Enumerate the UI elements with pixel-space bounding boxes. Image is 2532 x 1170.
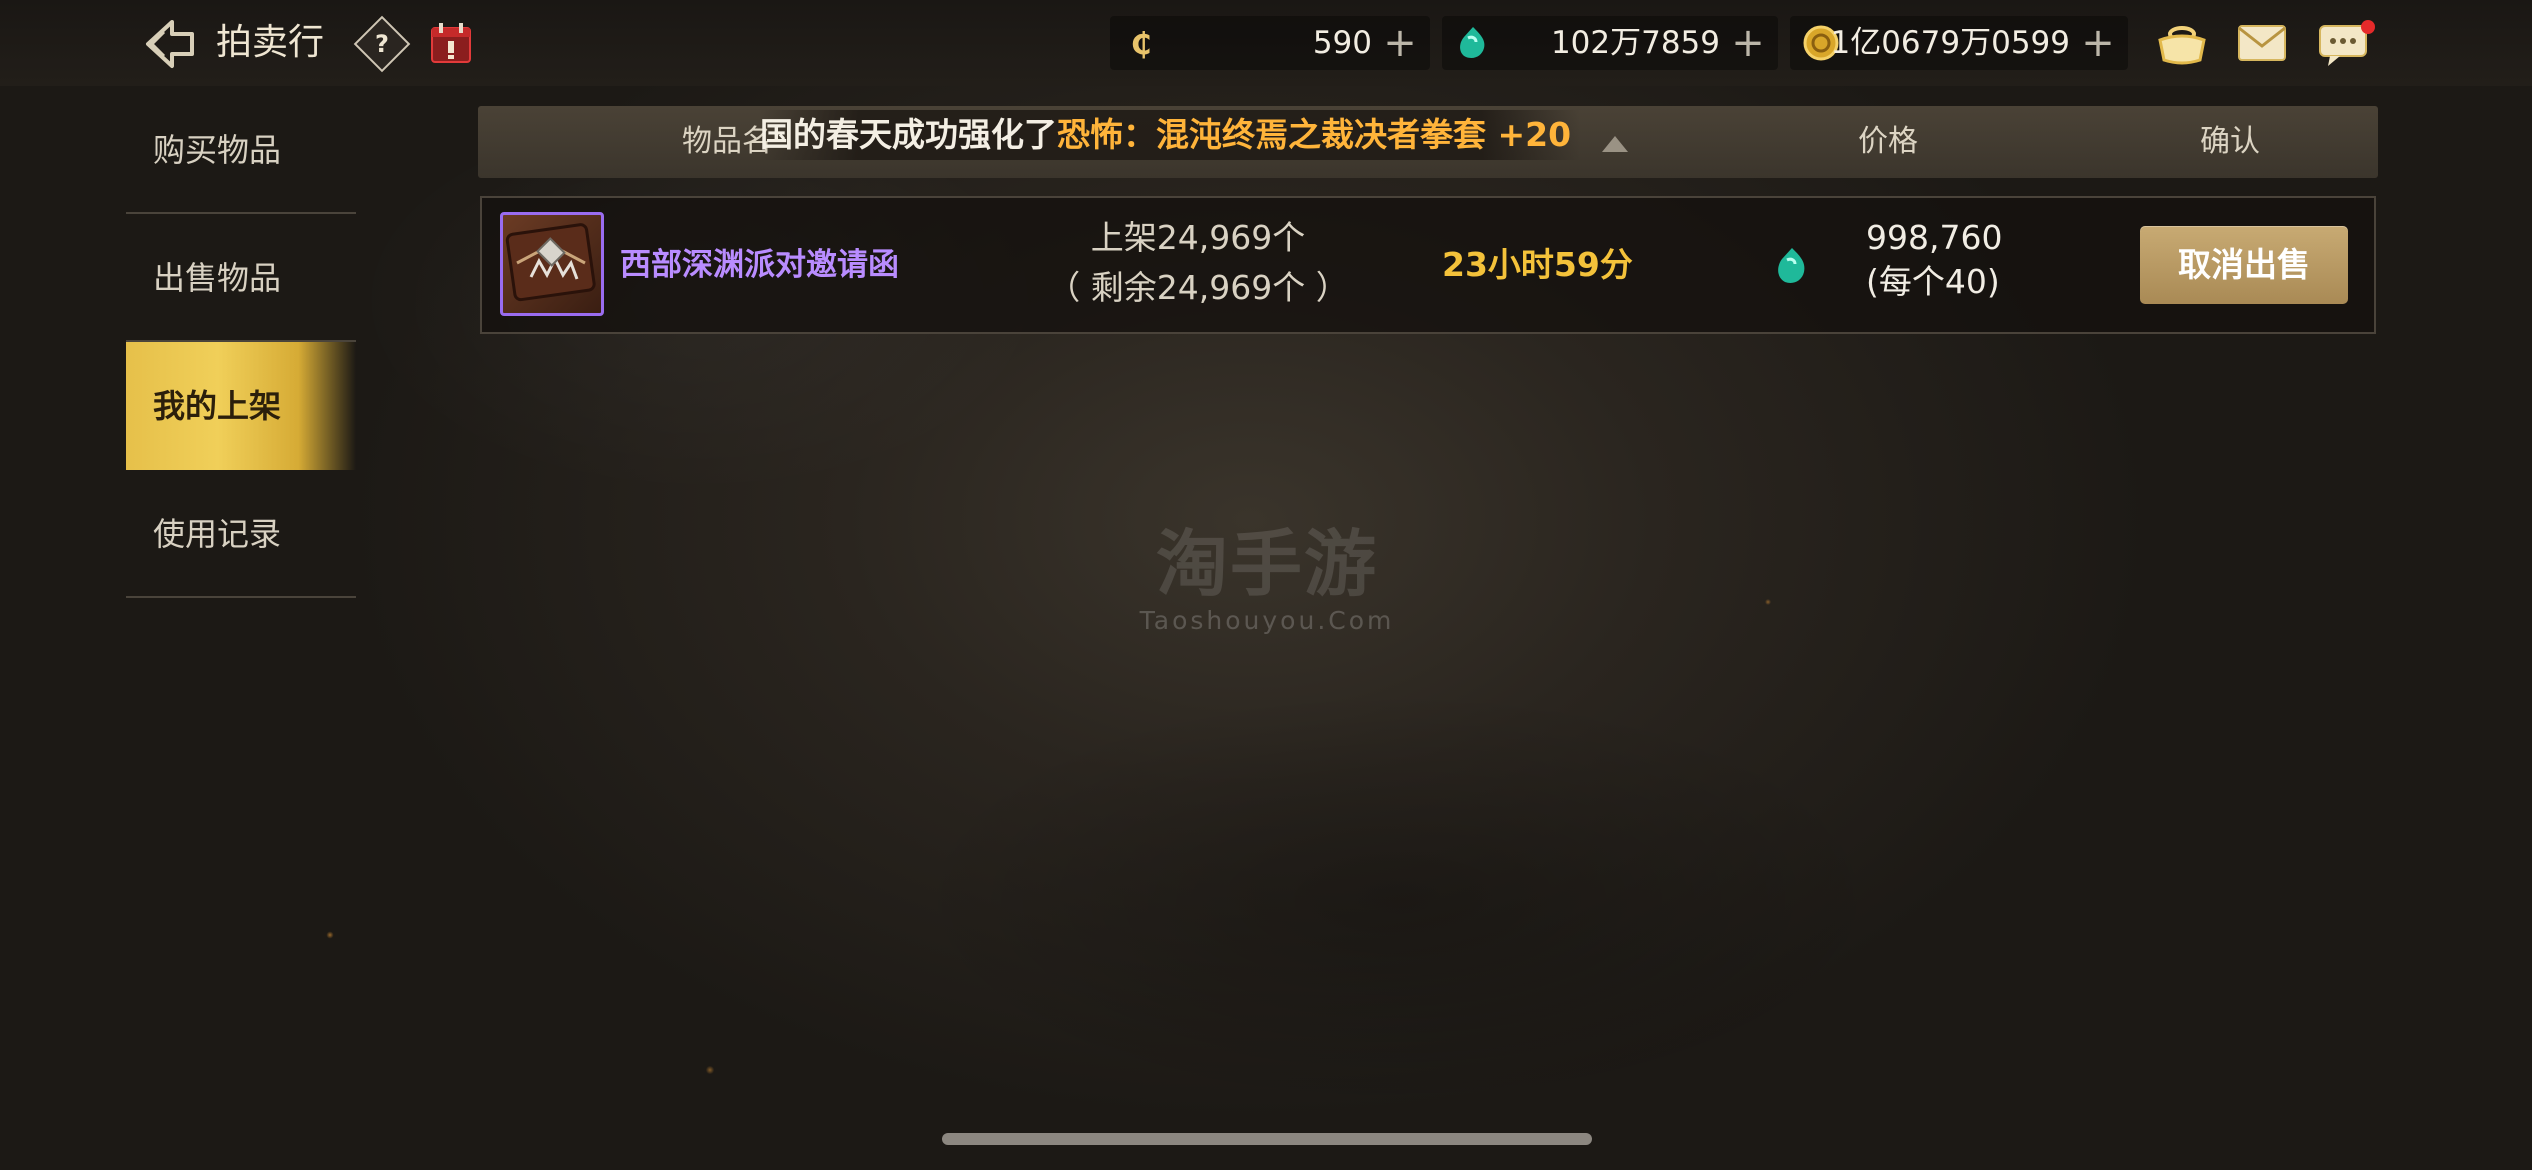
gem-icon	[1454, 24, 1492, 62]
mail-icon[interactable]	[2234, 18, 2290, 68]
add-credit-button[interactable]: +	[1382, 23, 1418, 63]
sort-arrow-icon[interactable]	[1602, 136, 1628, 152]
gem-icon	[1772, 244, 1812, 288]
sidebar-item-label: 购买物品	[153, 131, 282, 169]
cancel-sale-button[interactable]: 取消出售	[2140, 226, 2348, 304]
ticker-text: 国的春天成功强化了	[760, 115, 1057, 154]
pot-icon[interactable]	[2154, 18, 2210, 68]
column-header-item: 物品名	[682, 124, 772, 159]
help-icon[interactable]: ?	[353, 15, 411, 73]
gem-value: 102万7859	[1550, 25, 1720, 61]
sidebar-item-history[interactable]: 使用记录	[126, 470, 356, 598]
back-arrow-icon[interactable]	[142, 18, 196, 70]
listed-quantity: 上架24,969个	[1090, 218, 1306, 257]
sidebar-item-label: 我的上架	[153, 387, 282, 425]
column-header-price[interactable]: 价格	[1858, 106, 1918, 178]
credit-currency: ₵ 590 +	[1110, 16, 1430, 70]
svg-text:₵: ₵	[1131, 27, 1152, 62]
item-name[interactable]: 西部深渊派对邀请函	[620, 198, 899, 332]
chat-icon[interactable]	[2316, 18, 2375, 68]
sidebar-item-label: 使用记录	[153, 515, 282, 553]
credit-value: 590	[1312, 25, 1372, 61]
sidebar-item-my-listings[interactable]: 我的上架	[126, 342, 356, 470]
gem-currency: 102万7859 +	[1442, 16, 1778, 70]
watermark-logo: 淘手游	[1155, 522, 1378, 606]
invitation-letter-icon[interactable]	[500, 212, 604, 316]
ticker-highlight: 恐怖：混沌终焉之裁决者拳套 +20	[1057, 115, 1572, 154]
add-gold-button[interactable]: +	[2080, 23, 2116, 63]
column-header-confirm: 确认	[2200, 124, 2260, 159]
gold-value: 1亿0679万0599	[1830, 25, 2070, 61]
top-bar: 拍卖行 ? ₵ 590 + 102万7859 + 1亿0679万0599 +	[0, 0, 2532, 86]
home-indicator[interactable]	[942, 1133, 1592, 1145]
gold-currency: 1亿0679万0599 +	[1790, 16, 2128, 70]
sidebar-item-label: 出售物品	[153, 259, 282, 297]
total-price: 998,760	[1866, 218, 2003, 257]
page-title: 拍卖行	[216, 22, 325, 63]
remaining-quantity: （ 剩余24,969个 ）	[1047, 268, 1349, 307]
broadcast-ticker: 国的春天成功强化了恐怖：混沌终焉之裁决者拳套 +20	[760, 110, 1580, 160]
calendar-icon[interactable]	[428, 20, 474, 66]
watermark-url: Taoshouyou.Com	[1139, 606, 1395, 635]
table-row: 西部深渊派对邀请函 上架24,969个 （ 剩余24,969个 ） 23小时59…	[480, 196, 2376, 334]
sidebar-item-sell[interactable]: 出售物品	[126, 214, 356, 342]
sidebar-item-buy[interactable]: 购买物品	[126, 86, 356, 214]
add-gem-button[interactable]: +	[1730, 23, 1766, 63]
unit-price: (每个40)	[1866, 262, 2000, 301]
c-coin-icon: ₵	[1122, 24, 1160, 62]
time-remaining: 23小时59分	[1442, 245, 1633, 284]
